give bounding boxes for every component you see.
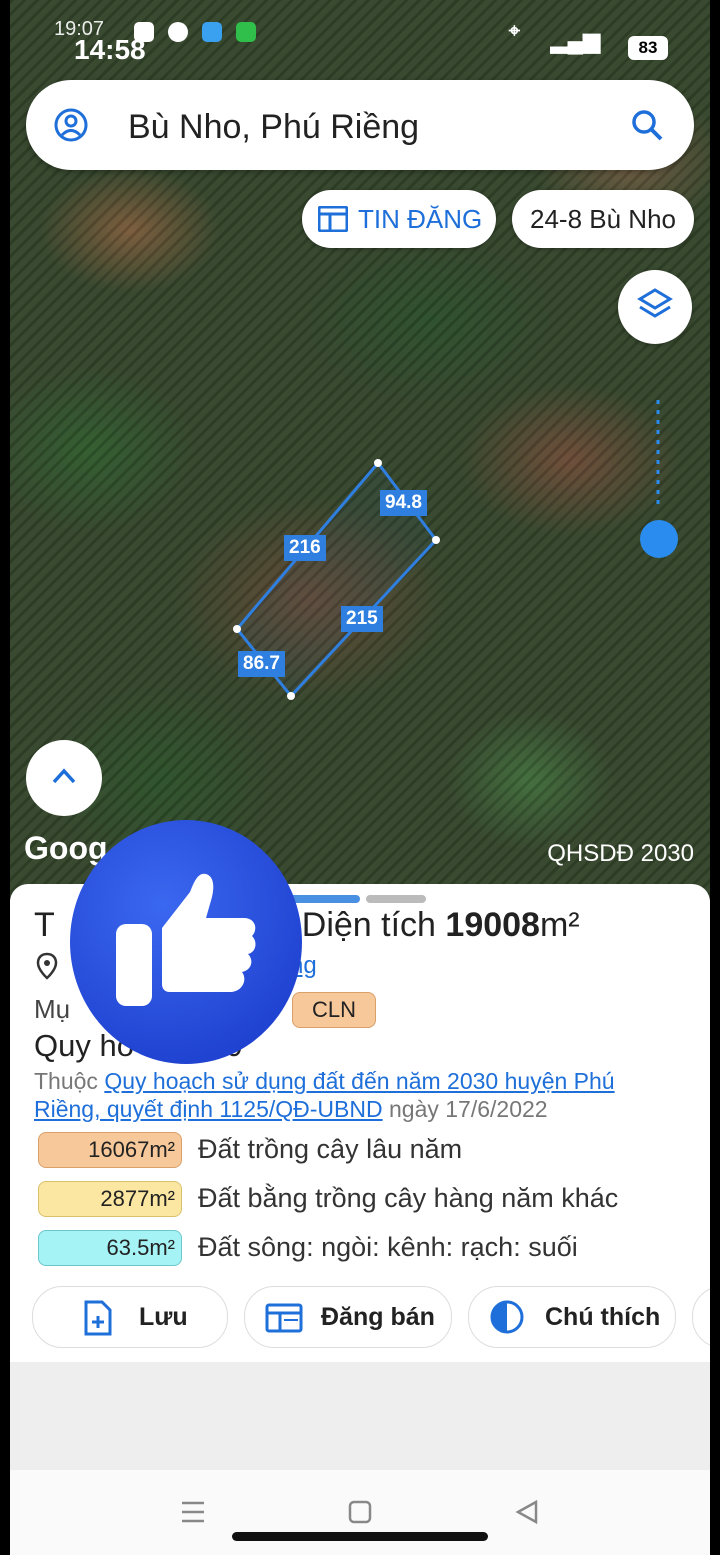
dimension-label-top: 94.8 (380, 490, 427, 516)
sell-button[interactable]: Đăng bán (244, 1286, 452, 1348)
status-bar: 19:07 14:58 ⌖ ▂▄▆ 83 (10, 18, 710, 65)
layers-icon (637, 288, 673, 318)
expand-up-button[interactable] (26, 740, 102, 816)
tin-dang-label: TIN ĐĂNG (358, 204, 483, 234)
app-green-icon (236, 22, 256, 42)
messenger-icon (168, 22, 188, 42)
save-button[interactable]: Lưu (32, 1286, 228, 1348)
app-icon (202, 22, 222, 42)
tin-dang-button[interactable]: TIN ĐĂNG (302, 190, 496, 248)
area-row-value: 16067m² (38, 1132, 182, 1168)
zalo-icon (134, 22, 154, 42)
location-pin-icon (36, 952, 58, 980)
map-layer-name: QHSDĐ 2030 (547, 840, 694, 867)
my-location-dot[interactable] (640, 520, 678, 558)
add-file-icon (84, 1300, 112, 1336)
layers-button[interactable] (618, 270, 692, 344)
dimension-label-bottom: 86.7 (238, 651, 285, 677)
legend-label: Chú thích (545, 1303, 661, 1331)
chevron-up-icon (52, 768, 76, 784)
area-row-value: 2877m² (38, 1181, 182, 1217)
land-code-badge: CLN (292, 992, 376, 1028)
signal-icon: ▂▄▆ (550, 28, 600, 53)
area-value: 19008 (445, 906, 540, 944)
sell-label: Đăng bán (321, 1303, 435, 1331)
area-label: Diện tích (301, 906, 446, 944)
dimension-label-right: 215 (341, 606, 383, 632)
empty-area (10, 1362, 710, 1470)
area-unit: m² (539, 906, 580, 944)
gesture-bar[interactable] (232, 1532, 488, 1541)
listing-icon (318, 206, 348, 232)
user-icon[interactable] (54, 108, 88, 142)
dimension-label-left: 216 (284, 535, 326, 561)
plan-desc-prefix: Thuộc (34, 1068, 105, 1094)
plan-description: Thuộc Quy hoạch sử dụng đất đến năm 2030… (34, 1067, 684, 1123)
location-status-icon: ⌖ (508, 20, 520, 42)
contrast-icon (490, 1300, 524, 1334)
area-row-label: Đất trồng cây lâu năm (198, 1134, 463, 1164)
system-nav-bar (10, 1470, 710, 1555)
save-label: Lưu (139, 1303, 188, 1331)
like-sticker (70, 820, 302, 1064)
address-chip[interactable]: 24-8 Bù Nho (512, 190, 694, 248)
battery-icon: 83 (628, 36, 668, 60)
phone-screen: 19:07 14:58 ⌖ ▂▄▆ 83 Bù Nho, Phú Riềng T… (10, 0, 710, 1555)
area-row-label: Đất sông: ngòi: kênh: rạch: suối (198, 1232, 578, 1262)
purpose-label: Mụ (34, 994, 71, 1024)
thumbs-up-icon (116, 873, 256, 1006)
google-logo: Goog (24, 830, 108, 866)
title-prefix: T (34, 906, 55, 944)
search-query[interactable]: Bù Nho, Phú Riềng (128, 108, 419, 147)
menu-icon[interactable] (180, 1500, 206, 1524)
legend-button[interactable]: Chú thích (468, 1286, 676, 1348)
search-icon[interactable] (630, 108, 664, 142)
area-row-label: Đất bằng trồng cây hàng năm khác (198, 1183, 619, 1213)
area-row-value: 63.5m² (38, 1230, 182, 1266)
search-bar[interactable]: Bù Nho, Phú Riềng (26, 80, 694, 170)
home-icon[interactable] (348, 1500, 372, 1524)
back-icon[interactable] (514, 1500, 540, 1524)
plan-desc-date: ngày 17/6/2022 (382, 1096, 548, 1122)
listing-icon (265, 1303, 303, 1333)
